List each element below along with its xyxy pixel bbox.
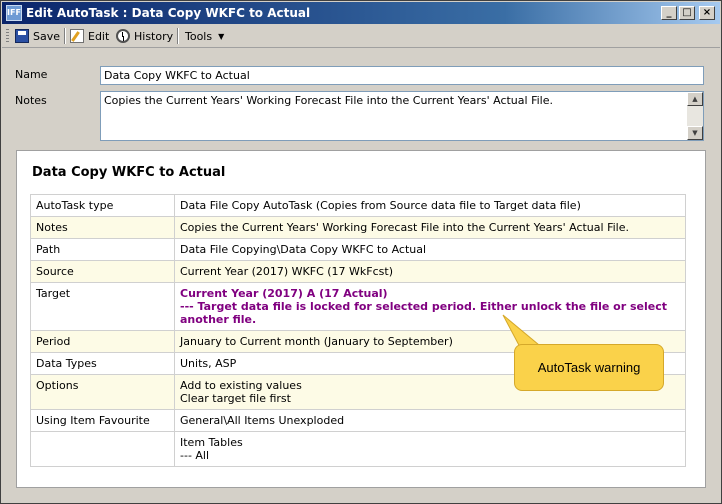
scroll-up-icon[interactable]: ▲: [687, 92, 703, 106]
title-bar[interactable]: IFF Edit AutoTask : Data Copy WKFC to Ac…: [2, 2, 720, 24]
item-tables-value: --- All: [180, 449, 210, 462]
row-value: Data File Copy AutoTask (Copies from Sou…: [174, 194, 686, 217]
notes-scrollbar[interactable]: ▲ ▼: [687, 92, 703, 140]
edit-icon: [70, 29, 84, 43]
row-label: Period: [30, 330, 175, 353]
row-value: Current Year (2017) A (17 Actual) --- Ta…: [174, 282, 686, 331]
save-button[interactable]: Save: [15, 27, 60, 45]
history-label: History: [134, 29, 174, 43]
table-row: Item Tables --- All: [30, 431, 686, 467]
row-label: Options: [30, 374, 175, 410]
close-button[interactable]: ×: [699, 6, 715, 20]
row-value: Item Tables --- All: [174, 431, 686, 467]
tools-label: Tools: [185, 29, 213, 43]
app-icon: IFF: [6, 5, 22, 21]
option-clear-target: Clear target file first: [180, 392, 291, 405]
edit-label: Edit: [88, 29, 110, 43]
row-value: Copies the Current Years' Working Foreca…: [174, 216, 686, 239]
autotask-details-panel: Data Copy WKFC to Actual AutoTask type D…: [16, 150, 706, 488]
edit-autotask-window: IFF Edit AutoTask : Data Copy WKFC to Ac…: [0, 0, 722, 504]
item-tables-label: Item Tables: [180, 436, 243, 449]
row-label: Notes: [30, 216, 175, 239]
name-label: Name: [15, 68, 48, 81]
row-value: Current Year (2017) WKFC (17 WkFcst): [174, 260, 686, 283]
row-label: Using Item Favourite: [30, 409, 175, 432]
row-label: Data Types: [30, 352, 175, 375]
toolbar: Save Edit History Tools ▼: [2, 24, 720, 48]
details-table: AutoTask type Data File Copy AutoTask (C…: [30, 194, 686, 467]
target-value: Current Year (2017) A (17 Actual): [180, 287, 388, 300]
maximize-button[interactable]: □: [679, 6, 695, 20]
row-label: [30, 431, 175, 467]
toolbar-separator: [177, 28, 179, 44]
target-locked-warning: --- Target data file is locked for selec…: [180, 300, 667, 326]
row-label: Path: [30, 238, 175, 261]
window-title: Edit AutoTask : Data Copy WKFC to Actual: [26, 6, 311, 20]
table-row: Path Data File Copying\Data Copy WKFC to…: [30, 238, 686, 261]
row-value: Data File Copying\Data Copy WKFC to Actu…: [174, 238, 686, 261]
table-row: Using Item Favourite General\All Items U…: [30, 409, 686, 432]
autotask-warning-callout: AutoTask warning: [514, 344, 664, 391]
toolbar-separator: [64, 28, 66, 44]
notes-field[interactable]: Copies the Current Years' Working Foreca…: [100, 91, 704, 141]
minimize-button[interactable]: _: [661, 6, 677, 20]
scroll-down-icon[interactable]: ▼: [687, 126, 703, 140]
row-label: Source: [30, 260, 175, 283]
toolbar-grip[interactable]: [6, 29, 9, 43]
edit-button[interactable]: Edit: [70, 27, 109, 45]
chevron-down-icon: ▼: [218, 31, 225, 41]
table-row: AutoTask type Data File Copy AutoTask (C…: [30, 194, 686, 217]
save-label: Save: [33, 29, 61, 43]
name-field[interactable]: Data Copy WKFC to Actual: [100, 66, 704, 85]
notes-label: Notes: [15, 94, 47, 107]
history-icon: [116, 29, 130, 43]
history-button[interactable]: History: [116, 27, 173, 45]
row-value: General\All Items Unexploded: [174, 409, 686, 432]
row-label: AutoTask type: [30, 194, 175, 217]
save-icon: [15, 29, 29, 43]
notes-text: Copies the Current Years' Working Foreca…: [104, 94, 553, 107]
table-row: Notes Copies the Current Years' Working …: [30, 216, 686, 239]
row-label: Target: [30, 282, 175, 331]
table-row: Source Current Year (2017) WKFC (17 WkFc…: [30, 260, 686, 283]
tools-menu-button[interactable]: Tools ▼: [185, 27, 224, 45]
table-row: Target Current Year (2017) A (17 Actual)…: [30, 282, 686, 331]
details-title: Data Copy WKFC to Actual: [32, 165, 226, 180]
